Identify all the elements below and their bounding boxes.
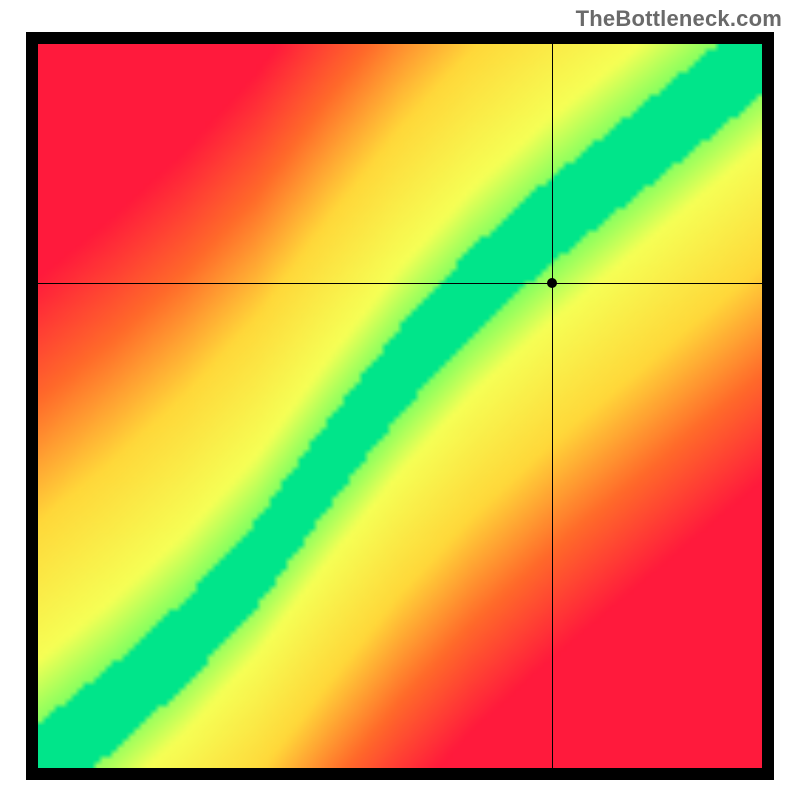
data-point-marker [547,278,557,288]
watermark-text: TheBottleneck.com [576,6,782,32]
chart-frame [26,32,774,780]
crosshair-vertical [552,44,553,768]
heatmap-canvas [38,44,762,768]
crosshair-horizontal [38,283,762,284]
chart-container: TheBottleneck.com [0,0,800,800]
plot-area [38,44,762,768]
